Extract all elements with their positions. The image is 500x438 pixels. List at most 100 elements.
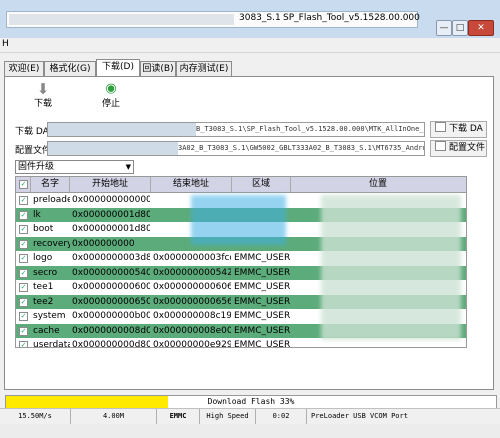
end-address: 0x000000000656812b <box>153 296 231 307</box>
chevron-down-icon: ▼ <box>125 163 131 171</box>
breadcrumb-segment[interactable]: SP_Flash_Tool_v5.1528.00.000 <box>283 13 420 23</box>
partition-name: userdata <box>33 340 70 348</box>
partition-name: recovery <box>33 238 70 249</box>
row-checkbox[interactable]: ✓ <box>19 312 28 321</box>
start-address: 0x0000000003d80000 <box>72 253 150 263</box>
region: EMMC_USER <box>234 267 290 278</box>
column-region[interactable]: 区域 <box>232 177 291 192</box>
start-address: 0x000000000 <box>72 238 135 249</box>
status-bar: 15.50M/s 4.00M EMMC High Speed 0:02 PreL… <box>0 408 500 424</box>
region: EMMC_USER <box>234 311 290 321</box>
scatter-label: 配置文件 <box>15 146 52 156</box>
table-header: ✓ 名字 开始地址 结束地址 区域 位置 <box>16 177 466 193</box>
partition-name: tee1 <box>33 282 54 292</box>
status-size: 4.00M <box>71 409 157 424</box>
partition-table: ✓ 名字 开始地址 结束地址 区域 位置 ✓preloader0x0000000… <box>15 176 467 348</box>
breadcrumb-segment[interactable]: 3083_S.1 <box>239 13 281 23</box>
partition-name: secro <box>33 267 58 278</box>
status-storage: EMMC <box>157 409 200 424</box>
select-all-checkbox[interactable]: ✓ <box>19 180 28 189</box>
tab-welcome[interactable]: 欢迎(E) <box>4 61 44 76</box>
start-address: 0x000000000d8000000 <box>72 340 150 348</box>
tab-readback[interactable]: 回读(B) <box>140 61 176 76</box>
region: EMMC_USER <box>234 296 290 307</box>
row-checkbox[interactable]: ✓ <box>19 254 28 263</box>
blurred-da-prefix <box>48 123 196 136</box>
end-address: 0x0000000005421000 <box>153 267 231 278</box>
download-label: 下载 <box>33 99 52 109</box>
status-speed: 15.50M/s <box>0 409 71 424</box>
row-checkbox[interactable]: ✓ <box>19 210 28 220</box>
start-address: 0x0000000008d000000 <box>72 325 150 336</box>
start-address: 0x0000000006500000 <box>72 296 150 307</box>
partition-name: preloader <box>33 195 70 205</box>
end-address: 0x000000000606812b <box>153 282 231 292</box>
region: EMMC_USER <box>234 325 290 336</box>
end-address: 0x000000008e000000 <box>153 325 231 336</box>
download-agent-label: 下载 DA <box>15 127 49 137</box>
file-icon <box>435 141 446 151</box>
status-time: 0:02 <box>256 409 307 424</box>
column-start[interactable]: 开始地址 <box>70 177 151 192</box>
end-address: 0x0000000003fcd22b <box>153 253 231 263</box>
partition-name: logo <box>33 253 53 263</box>
mode-select-value: 固件升级 <box>18 162 55 172</box>
menu-item-help[interactable]: H <box>2 39 9 49</box>
stop-icon: ◉ <box>105 81 117 96</box>
bottom-strip <box>0 424 500 438</box>
row-checkbox[interactable]: ✓ <box>19 239 28 249</box>
window-titlebar: 3083_S.1 SP_Flash_Tool_v5.1528.00.000 — … <box>0 0 500 38</box>
tab-format[interactable]: 格式化(G) <box>44 61 96 76</box>
stop-label: 停止 <box>101 99 120 109</box>
blurred-location-column <box>321 195 461 340</box>
row-checkbox[interactable]: ✓ <box>19 196 28 205</box>
download-agent-button-label: 下载 DA <box>449 124 483 134</box>
row-checkbox[interactable]: ✓ <box>19 326 28 336</box>
partition-name: boot <box>33 224 54 234</box>
column-location[interactable]: 位置 <box>291 177 465 192</box>
start-address: 0x000000001d80000 <box>72 224 150 234</box>
start-address: 0x0000000000000000 <box>72 195 150 205</box>
end-address: 0x00000000e929145f <box>153 340 231 348</box>
file-icon <box>435 122 446 132</box>
region: EMMC_USER <box>234 340 290 348</box>
address-breadcrumb[interactable]: 3083_S.1 SP_Flash_Tool_v5.1528.00.000 <box>6 11 420 28</box>
blurred-path <box>9 14 234 25</box>
region: EMMC_USER <box>234 282 290 292</box>
tab-memory-test[interactable]: 内存测试(E) <box>176 61 232 76</box>
maximize-button[interactable]: □ <box>452 20 468 36</box>
column-end[interactable]: 结束地址 <box>151 177 232 192</box>
mode-select[interactable]: 固件升级 ▼ <box>15 160 134 174</box>
download-progress: Download Flash 33% <box>5 395 497 409</box>
download-agent-path: B_T3083_S.1\SP_Flash_Tool_v5.1528.00.000… <box>196 125 425 133</box>
region: EMMC_USER <box>234 253 290 263</box>
column-name[interactable]: 名字 <box>31 177 70 192</box>
menubar: H <box>0 38 500 53</box>
row-checkbox[interactable]: ✓ <box>19 297 28 307</box>
end-address: 0x000000008c193ea3 <box>153 311 231 321</box>
partition-name: lk <box>33 209 41 220</box>
download-agent-field[interactable]: B_T3083_S.1\SP_Flash_Tool_v5.1528.00.000… <box>47 122 425 137</box>
scatter-button[interactable]: 配置文件 <box>430 140 487 157</box>
select-all-cell[interactable]: ✓ <box>16 177 31 192</box>
progress-text: Download Flash 33% <box>207 397 295 406</box>
scatter-button-label: 配置文件 <box>449 143 486 153</box>
scatter-field[interactable]: 3A02_B_T3083_S.1\GW5002_GBLT333A02_B_T30… <box>47 141 425 156</box>
status-port: PreLoader USB VCOM Port <box>311 412 408 420</box>
partition-name: tee2 <box>33 296 54 307</box>
row-checkbox[interactable]: ✓ <box>19 283 28 292</box>
start-address: 0x0000000006000000 <box>72 282 150 292</box>
row-checkbox[interactable]: ✓ <box>19 268 28 278</box>
minimize-button[interactable]: — <box>436 20 452 36</box>
scatter-path: 3A02_B_T3083_S.1\GW5002_GBLT333A02_B_T30… <box>178 144 425 152</box>
row-checkbox[interactable]: ✓ <box>19 225 28 234</box>
close-button[interactable]: ✕ <box>468 20 494 36</box>
row-checkbox[interactable]: ✓ <box>19 341 28 347</box>
start-address: 0x000000000b000000 <box>72 311 150 321</box>
stop-button[interactable]: ◉ 停止 <box>96 82 126 112</box>
tab-download[interactable]: 下载(D) <box>96 59 140 77</box>
download-button[interactable]: ⬇ 下载 <box>28 82 58 112</box>
status-usb-speed: High Speed <box>200 409 256 424</box>
download-agent-button[interactable]: 下载 DA <box>430 121 487 138</box>
blurred-overlay <box>191 195 286 245</box>
